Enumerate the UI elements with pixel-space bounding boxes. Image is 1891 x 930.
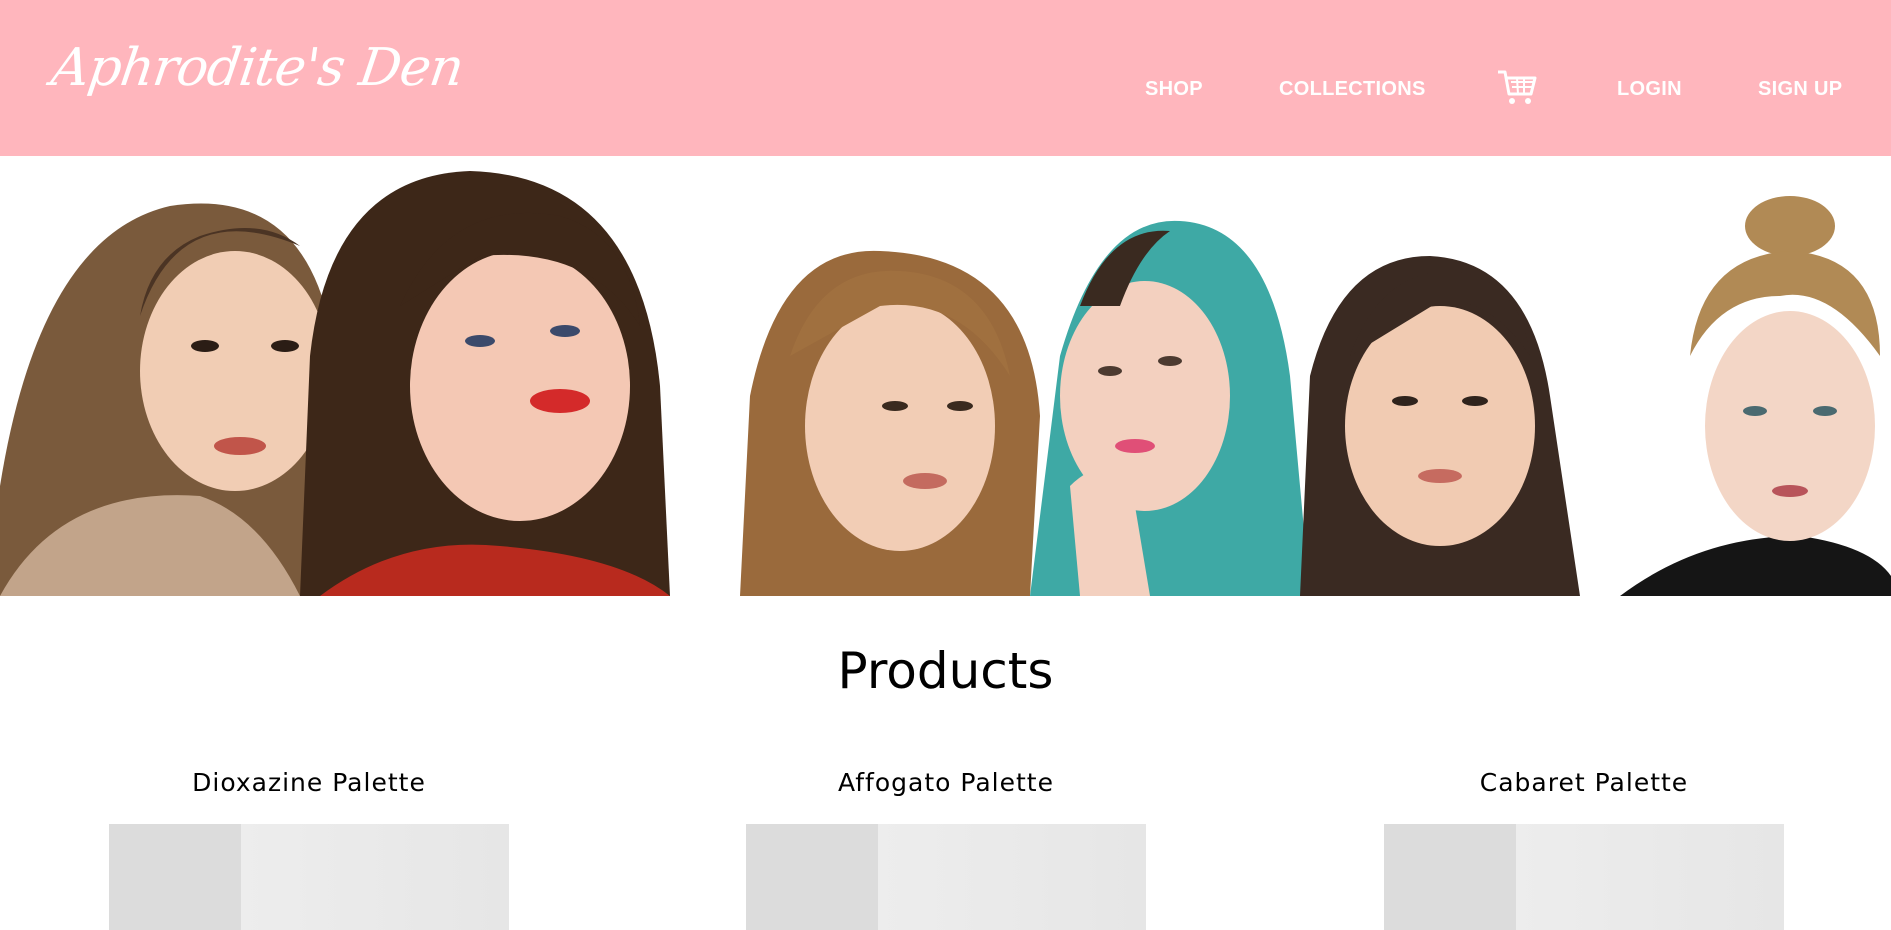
product-name[interactable]: Cabaret Palette [1384,768,1784,797]
nav-shop-link[interactable]: SHOP [1145,78,1203,101]
model-figure [1030,220,1310,596]
model-figure [0,203,340,596]
model-figure [740,250,1040,596]
navbar: Aphrodite's Den SHOP COLLECTIONS LOGIN S… [0,0,1891,156]
hero-image [0,156,1891,596]
product-name[interactable]: Dioxazine Palette [109,768,509,797]
model-figure [1300,256,1580,596]
model-figure [300,171,670,596]
cart-icon[interactable] [1496,68,1540,108]
products-heading: Products [837,642,1054,700]
model-figure [1620,196,1891,596]
nav-signup-link[interactable]: SIGN UP [1758,78,1842,101]
product-image[interactable] [1384,824,1784,930]
product-image[interactable] [109,824,509,930]
product-name[interactable]: Affogato Palette [746,768,1146,797]
site-logo[interactable]: Aphrodite's Den [48,38,467,98]
nav-login-link[interactable]: LOGIN [1617,78,1682,101]
nav-collections-link[interactable]: COLLECTIONS [1279,78,1426,101]
product-image[interactable] [746,824,1146,930]
